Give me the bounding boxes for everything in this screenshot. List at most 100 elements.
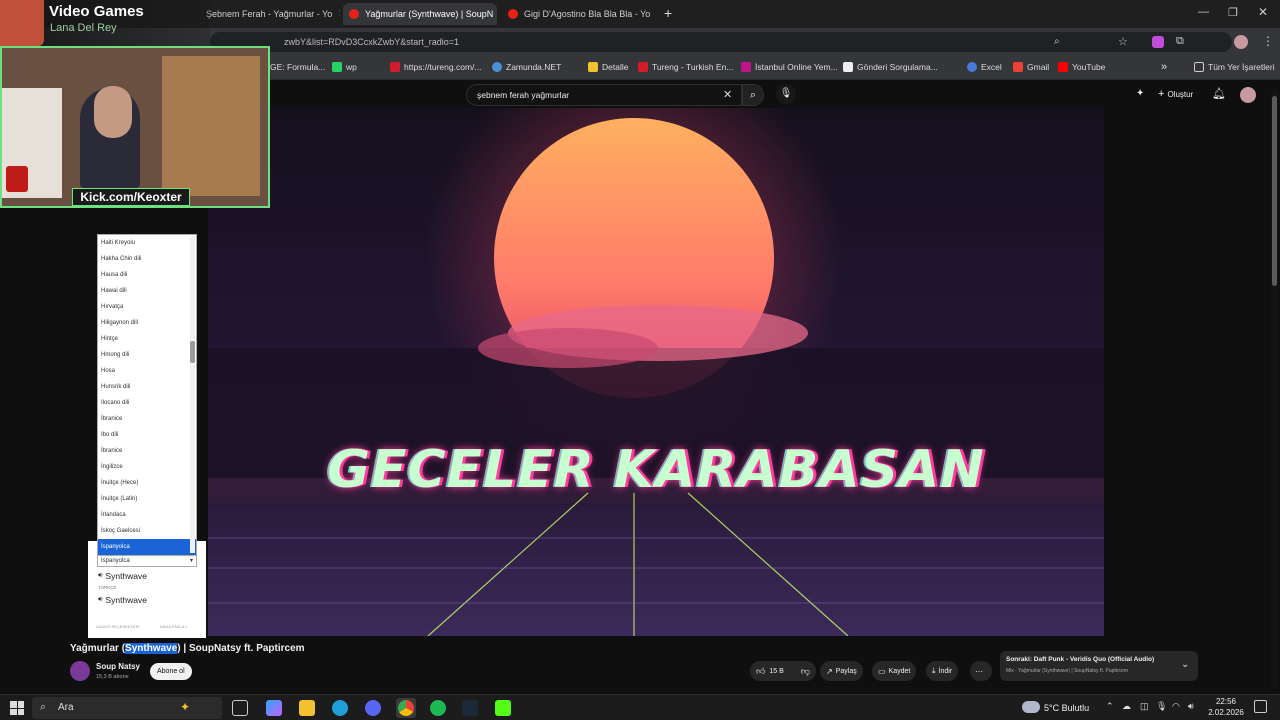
zoom-icon[interactable]: ⌕ bbox=[1054, 36, 1060, 47]
clock-time[interactable]: 22:56 bbox=[1206, 697, 1246, 706]
bookmark-10[interactable]: YouTube bbox=[1058, 56, 1105, 78]
clear-search-icon[interactable]: ✕ bbox=[723, 88, 732, 101]
bookmark-6[interactable]: İstanbul Online Yem... bbox=[741, 56, 838, 78]
extension-icon[interactable] bbox=[1152, 36, 1164, 48]
more-actions-icon[interactable]: ⋯ bbox=[970, 661, 992, 681]
bookmark-2[interactable]: https://tureng.com/... bbox=[390, 56, 481, 78]
discord-icon[interactable] bbox=[365, 700, 381, 716]
weather-text[interactable]: 5°C Bulutlu bbox=[1044, 703, 1089, 713]
chevron-down-icon[interactable]: ⌄ bbox=[1181, 659, 1189, 670]
language-option[interactable]: Hosa bbox=[98, 363, 196, 379]
language-option[interactable]: İnuitçe (Latin) bbox=[98, 491, 196, 507]
file-explorer-icon[interactable] bbox=[299, 700, 315, 716]
extension-options-link[interactable]: UZANTI SEÇENEKLERİ bbox=[96, 624, 140, 629]
voice-search-icon[interactable]: 🎙 bbox=[776, 84, 796, 104]
extensions-puzzle-icon[interactable]: ⧉ bbox=[1176, 35, 1184, 48]
language-listbox[interactable]: Haiti Kreyolu Hakha Chin dili Hausa dili Ha… bbox=[97, 234, 197, 556]
track-2[interactable]: 🔊︎ Synthwave bbox=[98, 595, 147, 605]
language-option[interactable]: İnuitçe (Hece) bbox=[98, 475, 196, 491]
language-option[interactable]: Hawai dili bbox=[98, 283, 196, 299]
edge-icon[interactable] bbox=[332, 700, 348, 716]
search-input[interactable]: şebnem ferah yağmurlar bbox=[477, 90, 569, 100]
channel-avatar[interactable] bbox=[70, 661, 90, 681]
tab-1[interactable]: Şebnem Ferah - Yağmurlar - Yo✕ bbox=[200, 3, 340, 25]
volume-icon[interactable]: 🔊︎ bbox=[1188, 701, 1194, 712]
subscribe-button[interactable]: Abone ol bbox=[150, 663, 192, 680]
language-option[interactable]: İskoç Gaelcesi bbox=[98, 523, 196, 539]
like-count[interactable]: 15 B bbox=[769, 668, 783, 675]
page-scrollbar[interactable] bbox=[1271, 90, 1278, 690]
clock-date[interactable]: 2.02.2026 bbox=[1204, 708, 1248, 717]
all-bookmarks-button[interactable]: Tüm Yer İşaretleri bbox=[1194, 56, 1275, 78]
steam-icon[interactable] bbox=[462, 700, 478, 716]
search-box[interactable]: şebnem ferah yağmurlar ✕ bbox=[466, 84, 742, 106]
bookmark-4[interactable]: Detalle bbox=[588, 56, 628, 78]
language-option[interactable]: Hunsrik dili bbox=[98, 379, 196, 395]
bookmark-8[interactable]: Excel bbox=[967, 56, 1002, 78]
copilot-icon[interactable] bbox=[266, 700, 282, 716]
language-option[interactable]: Hintçe bbox=[98, 331, 196, 347]
tray-overflow-icon[interactable]: ⌃ bbox=[1106, 701, 1114, 712]
cloud-icon[interactable]: ☁ bbox=[1122, 701, 1131, 712]
share-button[interactable]: ↗ Paylaş bbox=[820, 661, 863, 681]
scrollbar-thumb[interactable] bbox=[1272, 96, 1277, 286]
language-option[interactable]: İbranice bbox=[98, 443, 196, 459]
notification-center-icon[interactable] bbox=[1254, 700, 1267, 713]
maximize-icon[interactable]: ❐ bbox=[1228, 6, 1238, 19]
minimize-icon[interactable]: — bbox=[1198, 6, 1209, 18]
close-window-icon[interactable]: ✕ bbox=[1258, 5, 1268, 19]
bookmark-7[interactable]: Gönderi Sorgulama... bbox=[843, 56, 938, 78]
language-option[interactable]: Hiligaynon dili bbox=[98, 315, 196, 331]
tab-2[interactable]: Yağmurlar (Synthwave) | SoupN✕ bbox=[343, 3, 497, 25]
video-player[interactable]: GECELER KARABASAN bbox=[208, 108, 1104, 636]
language-option[interactable]: İrlandaca bbox=[98, 507, 196, 523]
bookmarks-overflow-button[interactable]: » bbox=[1161, 56, 1167, 78]
track-1[interactable]: 🔊︎ Synthwave bbox=[98, 571, 147, 581]
profile-avatar[interactable] bbox=[1234, 35, 1248, 49]
bookmark-9[interactable]: Gmail bbox=[1013, 56, 1049, 78]
kick-icon[interactable] bbox=[495, 700, 511, 716]
microphone-icon[interactable]: 🎙︎ bbox=[1156, 701, 1167, 712]
start-icon[interactable] bbox=[10, 701, 24, 715]
listbox-scrollbar[interactable] bbox=[190, 237, 195, 553]
yt-avatar[interactable] bbox=[1240, 87, 1256, 103]
address-bar[interactable]: zwbY&list=RDvD3CcxkZwbY&start_radio=1 bbox=[210, 32, 1232, 52]
wifi-icon[interactable]: ◠ bbox=[1172, 701, 1180, 712]
network-icon[interactable]: ◫ bbox=[1140, 701, 1149, 712]
language-option[interactable]: Ibo dili bbox=[98, 427, 196, 443]
spotify-icon[interactable] bbox=[430, 700, 446, 716]
language-option[interactable]: İspanyolca bbox=[98, 539, 196, 555]
listbox-scroll-thumb[interactable] bbox=[190, 341, 195, 363]
close-tab-icon[interactable]: ✕ bbox=[332, 9, 340, 20]
up-next-card[interactable]: Sonraki: Daft Punk - Veridis Quo (Offici… bbox=[1000, 651, 1198, 681]
language-option[interactable]: İngilizce bbox=[98, 459, 196, 475]
language-option[interactable]: Ilocano dili bbox=[98, 395, 196, 411]
language-option[interactable]: İbranice bbox=[98, 411, 196, 427]
bookmark-1[interactable]: wp bbox=[332, 56, 357, 78]
bookmark-3[interactable]: Zamunda.NET bbox=[492, 56, 561, 78]
tab-3[interactable]: Gigi D'Agostino Bla Bla Bla - Yo✕ bbox=[502, 3, 654, 25]
language-option[interactable]: Hausa dili bbox=[98, 267, 196, 283]
sparkle-icon[interactable]: ✦ bbox=[1136, 88, 1144, 99]
star-icon[interactable]: ☆ bbox=[1118, 35, 1128, 48]
taskbar-search[interactable]: ⌕ Ara ✦ bbox=[32, 697, 222, 719]
close-tab-icon[interactable]: ✕ bbox=[493, 9, 497, 20]
channel-name[interactable]: Soup Natsy bbox=[96, 662, 140, 671]
create-button[interactable]: + Oluştur bbox=[1154, 84, 1200, 104]
language-option[interactable]: Haiti Kreyolu bbox=[98, 235, 196, 251]
language-option[interactable]: Hırvatça bbox=[98, 299, 196, 315]
more-link[interactable]: DAHA FAZLA » bbox=[160, 624, 187, 629]
notifications-bell-icon[interactable]: 🔔︎ bbox=[1212, 87, 1226, 100]
search-button[interactable]: ⌕ bbox=[742, 84, 764, 106]
download-button[interactable]: ⤓ İndir bbox=[926, 661, 959, 681]
like-icon[interactable]: 👍︎ bbox=[756, 666, 765, 677]
save-button[interactable]: ▭ Kaydet bbox=[872, 661, 917, 681]
bookmark-5[interactable]: Tureng - Turkish En... bbox=[638, 56, 733, 78]
new-tab-button[interactable]: + bbox=[664, 5, 672, 21]
bookmark-0[interactable]: GE: Formula... bbox=[270, 56, 325, 78]
task-view-icon[interactable] bbox=[232, 700, 248, 716]
close-tab-icon[interactable]: ✕ bbox=[650, 9, 654, 20]
chrome-taskbar-item[interactable] bbox=[396, 698, 416, 718]
language-select[interactable]: İspanyolca ▾ bbox=[97, 555, 197, 567]
dislike-icon[interactable]: 👎︎ bbox=[801, 666, 810, 677]
